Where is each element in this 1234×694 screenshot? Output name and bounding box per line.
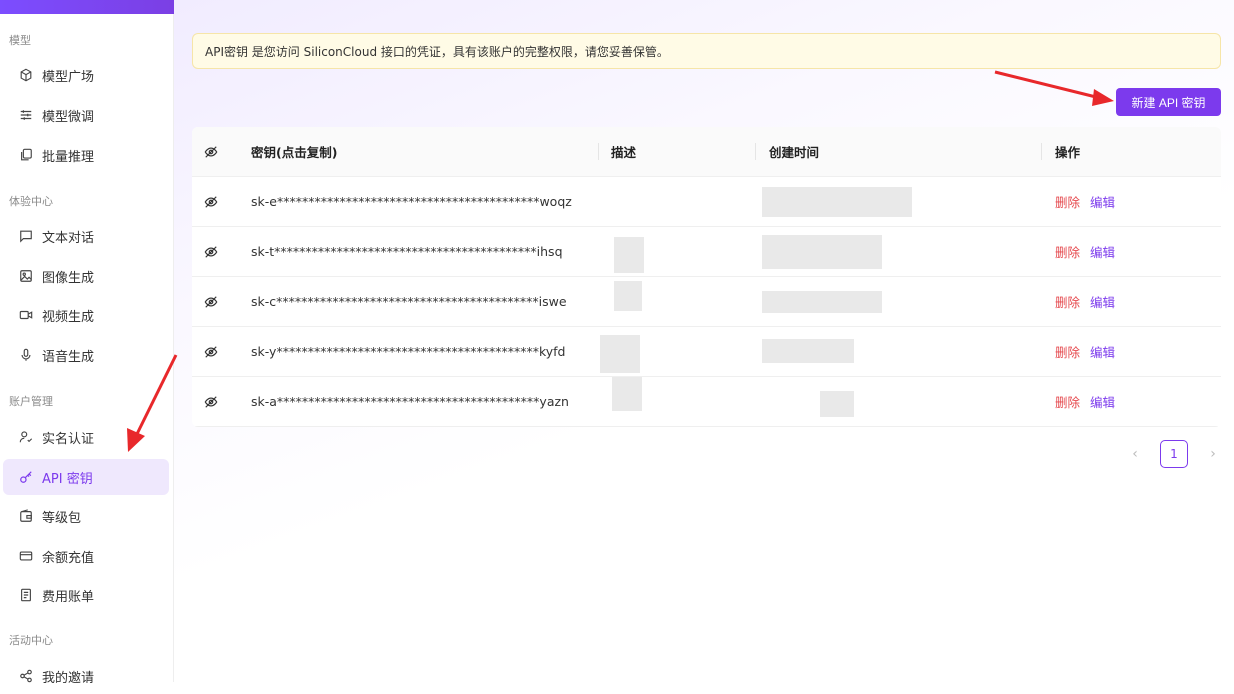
annotation-arrow-to-api-key xyxy=(134,354,178,437)
annotation-arrows xyxy=(127,70,1114,452)
annotation-arrowhead xyxy=(1092,89,1114,106)
annotation-arrow-to-new-button xyxy=(994,70,1101,100)
annotation-arrowhead xyxy=(127,428,145,452)
